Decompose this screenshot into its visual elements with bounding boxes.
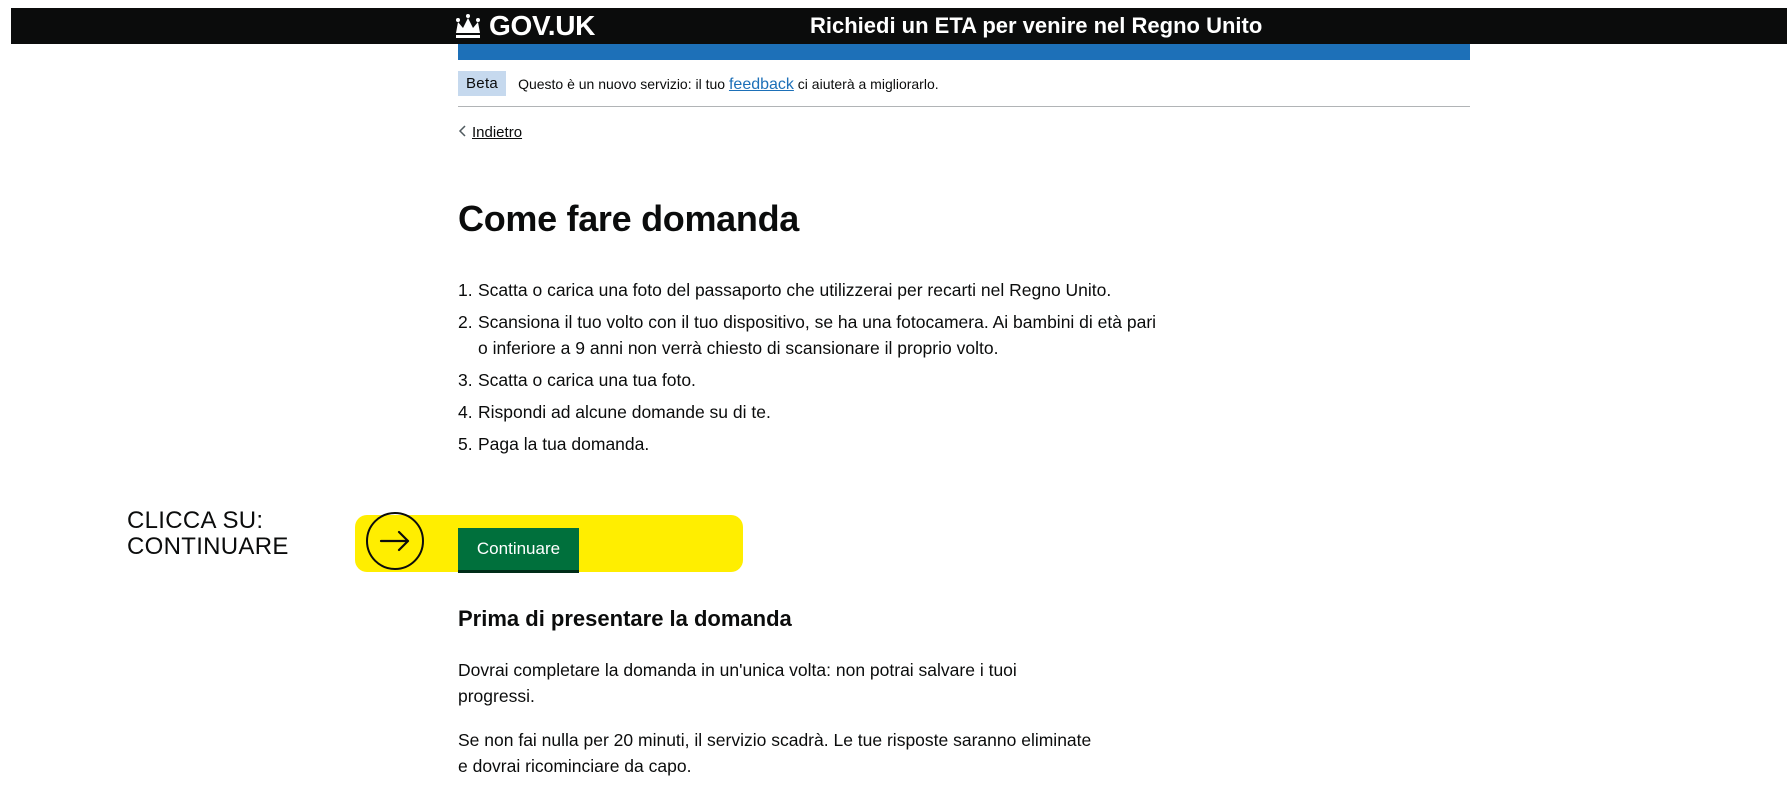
step-number: 3. — [458, 370, 473, 390]
step-number: 5. — [458, 434, 473, 454]
govuk-logo[interactable]: GOV.UK — [453, 8, 595, 44]
logo-text: GOV.UK — [489, 10, 596, 41]
step-number: 1. — [458, 280, 473, 300]
step-text: Rispondi ad alcune domande su di te. — [478, 402, 771, 422]
section-heading: Prima di presentare la domanda — [458, 606, 792, 631]
paragraph-timeout: Se non fai nulla per 20 minuti, il servi… — [458, 730, 1092, 776]
arrow-right-circle-icon — [366, 512, 424, 570]
steps-list: 1. Scatta o carica una foto del passaport… — [458, 277, 1158, 463]
list-item: 3. Scatta o carica una tua foto. — [458, 367, 1158, 393]
continue-button[interactable]: Continuare — [458, 528, 579, 570]
back-link-label: Indietro — [472, 124, 523, 141]
step-text: Scatta o carica una tua foto. — [478, 370, 696, 390]
step-text: Scatta o carica una foto del passaporto … — [478, 280, 1112, 300]
list-item: 4. Rispondi ad alcune domande su di te. — [458, 399, 1158, 425]
phase-banner-text: Questo è un nuovo servizio: il tuo feedb… — [518, 76, 939, 94]
callout-label: CLICCA SU: CONTINUARE — [127, 508, 289, 560]
list-item: 1. Scatta o carica una foto del passaport… — [458, 277, 1158, 303]
step-text: Paga la tua domanda. — [478, 434, 650, 454]
callout-line-2: CONTINUARE — [127, 533, 289, 560]
service-name[interactable]: Richiedi un ETA per venire nel Regno Uni… — [810, 8, 1262, 44]
list-item: 5. Paga la tua domanda. — [458, 431, 1158, 457]
feedback-link[interactable]: feedback — [729, 76, 794, 93]
chevron-left-icon — [458, 124, 466, 141]
step-number: 4. — [458, 402, 473, 422]
page-title: Come fare domanda — [458, 198, 799, 239]
phase-text-before: Questo è un nuovo servizio: il tuo — [518, 76, 729, 92]
header-accent-bar — [458, 44, 1470, 60]
paragraph-complete-in-one-go: Dovrai completare la domanda in un'unica… — [458, 660, 1017, 706]
crown-icon — [453, 13, 483, 39]
phase-banner: Beta Questo è un nuovo servizio: il tuo … — [458, 69, 1470, 107]
beta-tag: Beta — [458, 71, 507, 96]
phase-text-after: ci aiuterà a migliorarlo. — [793, 76, 939, 92]
list-item: 2. Scansiona il tuo volto con il tuo disp… — [458, 309, 1158, 361]
back-link[interactable]: Indietro — [458, 124, 522, 141]
step-text: Scansiona il tuo volto con il tuo dispos… — [478, 312, 1157, 358]
step-number: 2. — [458, 312, 473, 332]
callout-line-1: CLICCA SU: — [127, 507, 264, 534]
